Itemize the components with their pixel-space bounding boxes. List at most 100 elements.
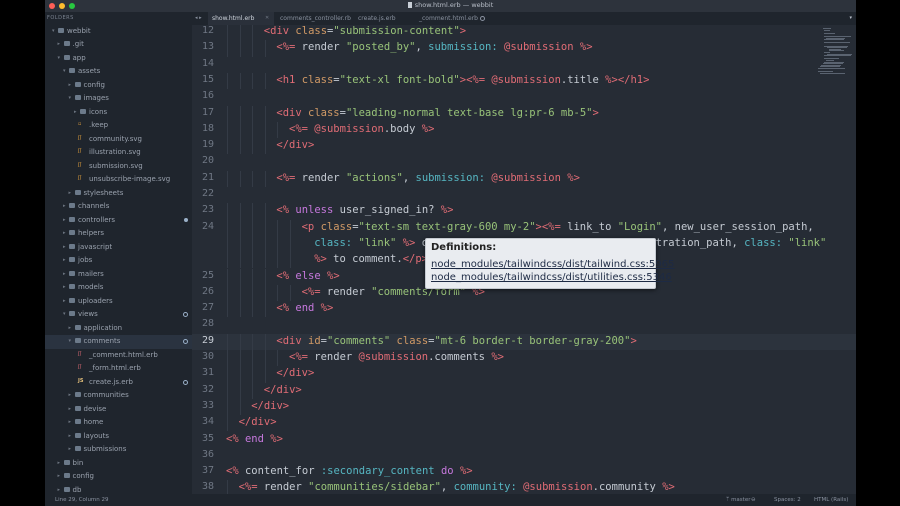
tab-create-js-erb[interactable]: create.js.erb	[354, 12, 414, 25]
sidebar-file[interactable]: ʃʃ submission.svg	[45, 160, 192, 174]
sidebar-folder[interactable]: ▸ communities	[45, 389, 192, 403]
chevron-right-icon[interactable]: ▸	[63, 257, 66, 263]
chevron-right-icon[interactable]: ▸	[58, 487, 61, 493]
tab-comments-controller-rb[interactable]: comments_controller.rb	[276, 12, 352, 25]
chevron-right-icon[interactable]: ▸	[69, 419, 72, 425]
sidebar-file[interactable]: ʃʃ community.svg	[45, 133, 192, 147]
code-line[interactable]: %> to comment.</p>	[314, 253, 428, 265]
chevron-right-icon[interactable]: ▸	[58, 473, 61, 479]
code-line[interactable]: <%= render "actions", submission: @submi…	[276, 172, 580, 184]
chevron-down-icon[interactable]: ▾	[69, 95, 72, 101]
code-line[interactable]: <div id="comments" class="mt-6 border-t …	[276, 335, 636, 347]
sidebar-folder[interactable]: ▾ views	[45, 308, 192, 322]
chevron-right-icon[interactable]: ▸	[63, 271, 66, 277]
indent-guide	[264, 219, 266, 236]
sidebar-folder[interactable]: ▸ config	[45, 79, 192, 93]
sidebar-folder[interactable]: ▸ db	[45, 484, 192, 495]
sidebar-file[interactable]: ʃʃ _comment.html.erb	[45, 349, 192, 363]
syntax-setting[interactable]: HTML (Rails)	[814, 497, 848, 503]
sidebar-folder[interactable]: ▸ controllers	[45, 214, 192, 228]
sidebar-folder[interactable]: ▸ channels	[45, 200, 192, 214]
code-line[interactable]: </div>	[251, 400, 289, 412]
chevron-right-icon[interactable]: ▸	[74, 109, 77, 115]
code-line[interactable]: </div>	[276, 367, 314, 379]
sidebar-folder[interactable]: ▸ jobs	[45, 254, 192, 268]
code-line[interactable]: </div>	[276, 139, 314, 151]
sidebar-folder[interactable]: ▸ config	[45, 470, 192, 484]
sidebar-folder[interactable]: ▸ icons	[45, 106, 192, 120]
code-line[interactable]: <% else %>	[276, 270, 339, 282]
sidebar-file[interactable]: ʃʃ illustration.svg	[45, 146, 192, 160]
chevron-down-icon[interactable]: ▾	[63, 68, 66, 74]
chevron-right-icon[interactable]: ▸	[69, 406, 72, 412]
tab-list-dropdown-icon[interactable]: ▾	[849, 15, 852, 21]
sidebar-folder[interactable]: ▸ uploaders	[45, 295, 192, 309]
code-line[interactable]: <%= render @submission.comments %>	[289, 351, 504, 363]
sidebar-file[interactable]: ʃʃ _form.html.erb	[45, 362, 192, 376]
sidebar-folder[interactable]: ▸ bin	[45, 457, 192, 471]
code-line[interactable]: <% unless user_signed_in? %>	[276, 204, 453, 216]
definition-link[interactable]: node_modules/tailwindcss/dist/tailwind.c…	[431, 259, 674, 270]
chevron-right-icon[interactable]: ▸	[69, 325, 72, 331]
minimap[interactable]	[818, 25, 856, 75]
code-line[interactable]: <p class="text-sm text-gray-600 my-2"><%…	[302, 221, 814, 233]
chevron-right-icon[interactable]: ▸	[63, 230, 66, 236]
sidebar-folder[interactable]: ▸ stylesheets	[45, 187, 192, 201]
chevron-right-icon[interactable]: ▸	[69, 190, 72, 196]
sidebar-folder[interactable]: ▾ comments	[45, 335, 192, 349]
sidebar-file[interactable]: ▫ .keep	[45, 119, 192, 133]
code-line[interactable]: <%= render "communities/sidebar", commun…	[239, 481, 675, 493]
sidebar-folder[interactable]: ▾ images	[45, 92, 192, 106]
indent-guide	[227, 138, 228, 155]
chevron-down-icon[interactable]: ▾	[63, 311, 66, 317]
sidebar-folder[interactable]: ▾ assets	[45, 65, 192, 79]
tab-scroll-arrows-icon[interactable]: ◂ ▸	[195, 15, 202, 21]
code-line[interactable]: <% content_for :secondary_content do %>	[226, 465, 473, 477]
close-tab-icon[interactable]: ✕	[265, 15, 269, 21]
sidebar-folder[interactable]: ▸ home	[45, 416, 192, 430]
sidebar-folder[interactable]: ▾ webbit	[45, 25, 192, 39]
code-line[interactable]: <%= @submission.body %>	[289, 123, 434, 135]
chevron-right-icon[interactable]: ▸	[58, 41, 61, 47]
code-line[interactable]: <div class="leading-normal text-base lg:…	[276, 107, 598, 119]
chevron-down-icon[interactable]: ▾	[69, 338, 72, 344]
definition-link[interactable]: node_modules/tailwindcss/dist/utilities.…	[431, 272, 672, 283]
sidebar-folder[interactable]: ▸ .git	[45, 38, 192, 52]
cursor-position[interactable]: Line 29, Column 29	[55, 497, 109, 503]
sidebar-file[interactable]: JS create.js.erb	[45, 376, 192, 390]
code-line[interactable]: <div class="submission-content">	[264, 25, 466, 37]
chevron-right-icon[interactable]: ▸	[69, 82, 72, 88]
chevron-right-icon[interactable]: ▸	[69, 433, 72, 439]
code-line[interactable]: </div>	[264, 384, 302, 396]
chevron-down-icon[interactable]: ▾	[58, 55, 61, 61]
sidebar-folder[interactable]: ▸ layouts	[45, 430, 192, 444]
chevron-right-icon[interactable]: ▸	[63, 203, 66, 209]
code-line[interactable]: </div>	[239, 416, 277, 428]
code-line[interactable]: <% end %>	[226, 433, 283, 445]
tab-show-html-erb[interactable]: show.html.erb ✕	[208, 12, 274, 25]
git-branch[interactable]: ᛘ master	[726, 497, 750, 503]
chevron-right-icon[interactable]: ▸	[63, 284, 66, 290]
chevron-down-icon[interactable]: ▾	[52, 28, 55, 34]
sidebar-file[interactable]: ʃʃ unsubscribe-image.svg	[45, 173, 192, 187]
chevron-right-icon[interactable]: ▸	[69, 392, 72, 398]
chevron-right-icon[interactable]: ▸	[58, 460, 61, 466]
sidebar-folder[interactable]: ▸ submissions	[45, 443, 192, 457]
sidebar-folder[interactable]: ▸ models	[45, 281, 192, 295]
sidebar-folder[interactable]: ▸ application	[45, 322, 192, 336]
indentation-setting[interactable]: Spaces: 2	[774, 497, 801, 503]
sidebar-folder[interactable]: ▾ app	[45, 52, 192, 66]
code-line[interactable]: <% end %>	[276, 302, 333, 314]
chevron-right-icon[interactable]: ▸	[69, 446, 72, 452]
chevron-right-icon[interactable]: ▸	[63, 298, 66, 304]
line-number: 21	[201, 171, 214, 183]
sidebar-folder[interactable]: ▸ javascript	[45, 241, 192, 255]
chevron-right-icon[interactable]: ▸	[63, 244, 66, 250]
tab-comment-html-erb[interactable]: _comment.html.erb	[415, 12, 499, 25]
sidebar-folder[interactable]: ▸ mailers	[45, 268, 192, 282]
sidebar-folder[interactable]: ▸ devise	[45, 403, 192, 417]
sidebar-folder[interactable]: ▸ helpers	[45, 227, 192, 241]
code-line[interactable]: <h1 class="text-xl font-bold"><%= @submi…	[276, 74, 649, 86]
chevron-right-icon[interactable]: ▸	[63, 217, 66, 223]
code-line[interactable]: <%= render "posted_by", submission: @sub…	[276, 41, 592, 53]
